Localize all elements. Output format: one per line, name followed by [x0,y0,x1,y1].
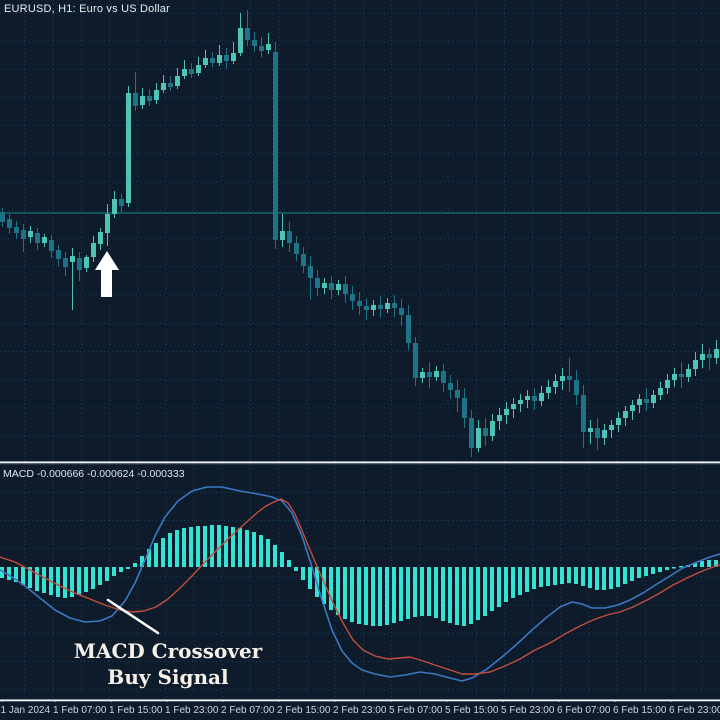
time-axis: 31 Jan 2024 1 Feb 07:00 1 Feb 15:00 1 Feb 2… [0,702,720,720]
x-axis-label: 5 Feb 15:00 [445,705,499,716]
x-axis-label: 5 Feb 07:00 [389,705,443,716]
x-axis-label: 2 Feb 23:00 [333,705,387,716]
x-axis-label: 6 Feb 23:00 [669,705,720,716]
x-axis-label: 31 Jan 2024 [0,705,51,716]
x-axis-label: 1 Feb 23:00 [165,705,219,716]
x-axis-label: 2 Feb 07:00 [221,705,275,716]
chart-canvas[interactable] [0,0,720,720]
macd-histogram [0,525,718,626]
candlestick-series [0,10,719,457]
chart-window: EURUSD, H1: Euro vs US Dollar MACD -0.00… [0,0,720,720]
x-axis-label: 1 Feb 15:00 [109,705,163,716]
x-axis-label: 2 Feb 15:00 [277,705,331,716]
x-axis-label: 1 Feb 07:00 [53,705,107,716]
x-axis-label: 6 Feb 07:00 [557,705,611,716]
x-axis-label: 6 Feb 15:00 [613,705,667,716]
x-axis-label: 5 Feb 23:00 [501,705,555,716]
buy-arrow-icon [95,251,119,297]
